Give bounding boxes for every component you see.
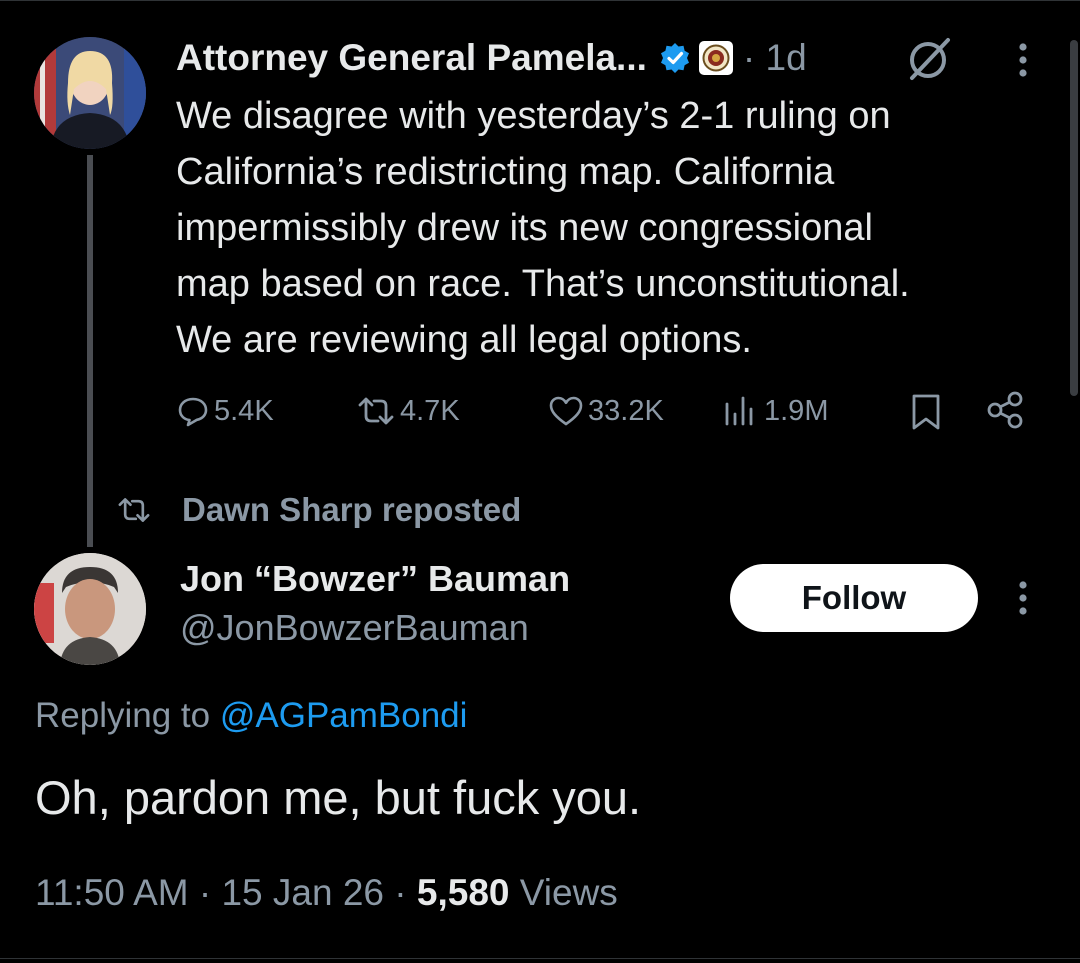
tweet-date[interactable]: 15 Jan 26 [221, 872, 384, 913]
reply-button[interactable]: 5.4K [176, 386, 274, 436]
parent-tweet-header: Attorney General Pamela... · 1d [176, 32, 807, 84]
share-icon[interactable] [985, 390, 1025, 430]
reply-text: Oh, pardon me, but fuck you. [35, 771, 642, 824]
tweet-text-line: map based on race. That’s unconstitution… [176, 263, 910, 305]
view-count: 1.9M [764, 394, 829, 427]
more-icon[interactable] [1008, 578, 1038, 618]
views-button[interactable]: 1.9M [722, 386, 828, 436]
tweet-time[interactable]: 11:50 AM [35, 872, 189, 913]
replying-to: Replying to @AGPamBondi [35, 696, 467, 736]
verified-badge-icon [660, 43, 689, 73]
reply-count: 5.4K [214, 394, 274, 427]
tweet-text-line: California’s redistricting map. Californ… [176, 151, 835, 193]
repost-banner[interactable]: Dawn Sharp reposted [116, 488, 521, 532]
reply-icon [178, 397, 208, 427]
timestamp[interactable]: · 1d [743, 37, 807, 79]
avatar[interactable] [34, 553, 146, 665]
scrollbar[interactable] [1070, 40, 1078, 396]
tweet-text-line: We disagree with yesterday’s 2-1 ruling … [176, 95, 891, 137]
views-label: Views [519, 872, 618, 913]
like-button[interactable]: 33.2K [548, 386, 664, 436]
tweet-text-line: impermissibly drew its new congressional [176, 207, 873, 249]
thread-line [87, 155, 93, 547]
view-count: 5,580 [416, 872, 510, 913]
replying-handle-link[interactable]: @AGPamBondi [220, 696, 468, 735]
avatar[interactable] [34, 37, 146, 149]
author-handle[interactable]: @JonBowzerBauman [180, 607, 529, 649]
author-name[interactable]: Jon “Bowzer” Bauman [180, 558, 570, 600]
repost-icon [118, 498, 150, 522]
repost-count: 4.7K [400, 394, 460, 427]
repost-icon [358, 397, 394, 425]
repost-button[interactable]: 4.7K [356, 386, 460, 436]
follow-button[interactable]: Follow [730, 564, 978, 632]
bookmark-icon[interactable] [908, 392, 944, 432]
repost-text: Dawn Sharp reposted [182, 491, 522, 528]
bottom-divider [0, 958, 1080, 959]
like-count: 33.2K [588, 394, 664, 427]
time-ago: 1d [765, 37, 807, 78]
grok-icon[interactable] [904, 34, 954, 84]
replying-prefix: Replying to [35, 696, 211, 735]
author-name[interactable]: Attorney General Pamela... [176, 37, 647, 79]
doj-seal-icon [698, 41, 733, 75]
views-icon [725, 396, 753, 426]
tweet-text-line: We are reviewing all legal options. [176, 319, 752, 361]
top-divider [0, 0, 1080, 1]
tweet-text: We disagree with yesterday’s 2-1 ruling … [176, 88, 1056, 368]
more-icon[interactable] [1008, 40, 1038, 80]
like-icon [549, 396, 583, 426]
tweet-meta: 11:50 AM · 15 Jan 26 · 5,580 Views [35, 872, 618, 913]
